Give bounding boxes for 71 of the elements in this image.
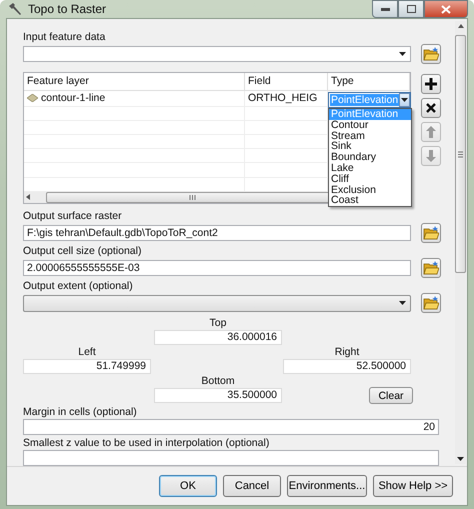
vertical-scrollbar[interactable] (455, 21, 466, 464)
hammer-icon (8, 2, 22, 16)
input-field[interactable]: 51.749999 (23, 359, 151, 374)
scroll-up-icon (458, 24, 464, 28)
input-field[interactable]: 52.500000 (283, 359, 411, 374)
extent-label: Top (208, 317, 228, 329)
dialog-button[interactable]: Cancel (223, 475, 281, 497)
dropdown-option[interactable]: Lake (329, 162, 411, 174)
clear-button[interactable]: Clear (369, 387, 413, 404)
input-field[interactable]: 2.00006555555555E-03 (23, 260, 411, 276)
field-label: Output extent (optional) (23, 280, 134, 293)
close-icon (441, 4, 451, 14)
column-header: Field (245, 73, 328, 90)
close-button[interactable] (424, 0, 468, 18)
arrow-up-icon (426, 126, 436, 138)
plus-icon (425, 78, 437, 90)
dropdown-option[interactable]: Cliff (329, 174, 411, 185)
browse-button[interactable] (421, 258, 441, 278)
dialog-button[interactable]: Show Help >> (373, 475, 453, 497)
field-label: Output surface raster (23, 210, 123, 223)
dropdown-arrow-icon (399, 301, 406, 305)
minimize-button[interactable] (372, 0, 398, 18)
folder-icon (423, 47, 439, 61)
maximize-button[interactable] (398, 0, 424, 18)
table-cell: contour-1-line (24, 90, 245, 106)
input-field[interactable]: 20 (23, 419, 439, 435)
dropdown-arrow-icon (401, 98, 408, 102)
scroll-down-icon (457, 457, 464, 461)
input-field[interactable]: F:\gis tehran\Default.gdb\TopoToR_cont2 (23, 225, 411, 241)
polygon-feature-icon (27, 94, 38, 102)
field-label: Input feature data (23, 31, 106, 44)
add-button[interactable] (421, 74, 441, 94)
dialog-button[interactable]: OK (159, 475, 217, 497)
dropdown-option[interactable]: Sink (329, 141, 411, 152)
grip-icon (188, 194, 196, 200)
field-label: Smallest z value to be used in interpolation (optional) (23, 437, 270, 450)
field-label: Margin in cells (optional) (23, 406, 138, 419)
browse-button[interactable] (421, 44, 441, 64)
extent-label: Right (334, 346, 360, 358)
extent-label: Bottom (200, 375, 236, 387)
folder-icon (423, 226, 439, 240)
maximize-icon (406, 5, 416, 13)
input-field[interactable]: 35.500000 (154, 388, 282, 403)
column-header: Type (328, 73, 410, 90)
grip-icon (458, 150, 463, 158)
dropdown-option[interactable]: Stream (329, 130, 411, 142)
input-field[interactable]: 36.000016 (154, 330, 282, 345)
arrow-down-icon (426, 150, 436, 162)
extent-label: Left (77, 346, 97, 358)
dropdown-option[interactable]: Exclusion (329, 184, 411, 196)
dialog-button[interactable]: Environments... (287, 475, 367, 497)
dropdown-option[interactable]: Coast (329, 195, 411, 206)
dropdown-option[interactable]: Boundary (329, 152, 411, 163)
selected-type: PointElevation (330, 94, 400, 106)
folder-icon (423, 261, 439, 275)
move-down-button[interactable] (421, 146, 441, 166)
column-header: Feature layer (24, 73, 245, 90)
extent-combo[interactable] (23, 294, 411, 312)
browse-button[interactable] (421, 223, 441, 243)
folder-icon (423, 296, 439, 310)
scroll-left-icon (26, 194, 30, 200)
dropdown-arrow-icon (399, 52, 406, 56)
field-label: Output cell size (optional) (23, 245, 142, 258)
dropdown-option[interactable]: Contour (329, 120, 411, 131)
cross-icon (426, 103, 436, 113)
remove-button[interactable] (421, 98, 441, 118)
browse-button[interactable] (421, 293, 441, 313)
input-field[interactable] (23, 450, 439, 466)
input-feature-combo[interactable] (23, 46, 411, 62)
minimize-icon (380, 8, 390, 10)
window-title: Topo to Raster (28, 2, 108, 16)
